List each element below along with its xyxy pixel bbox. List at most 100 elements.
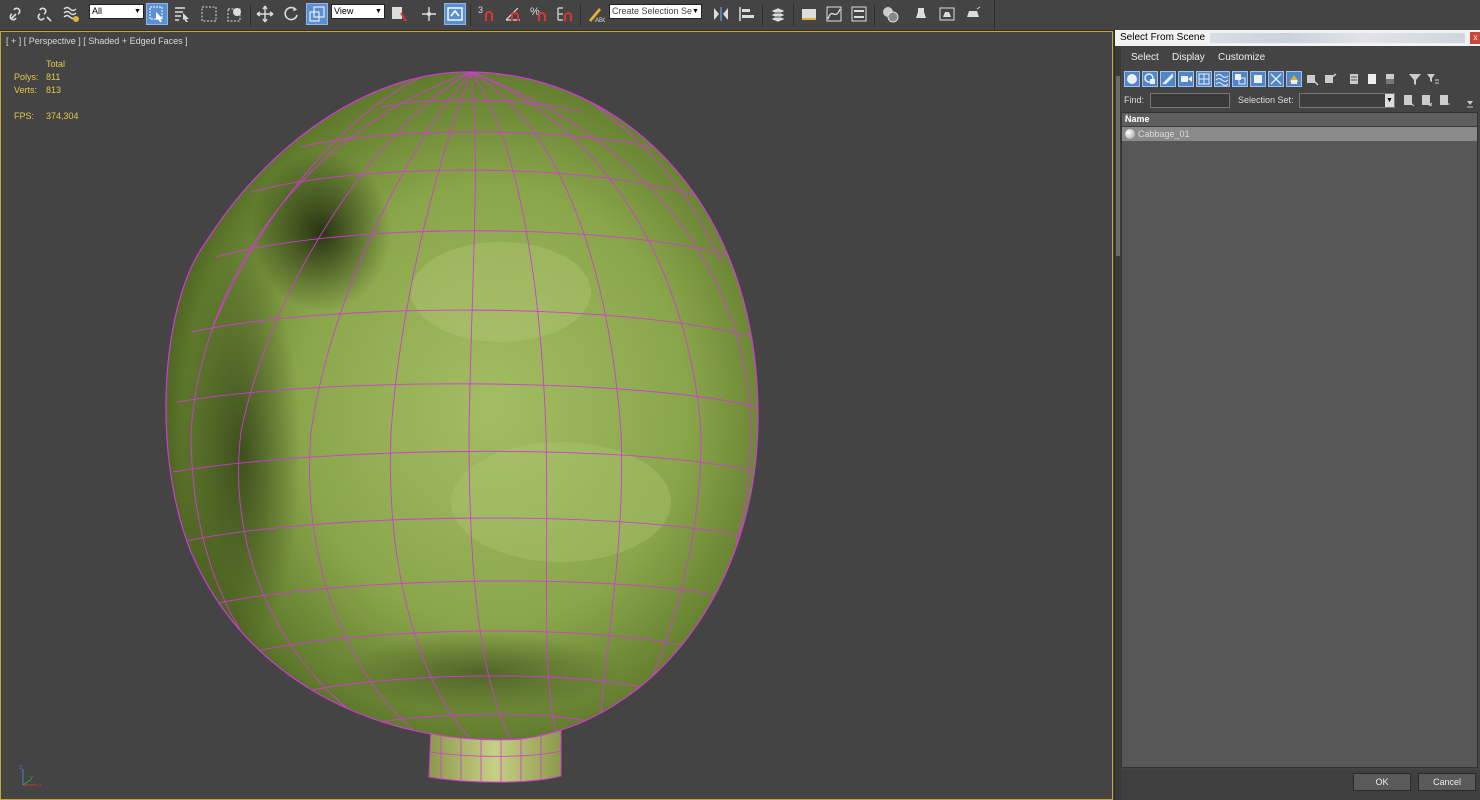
invert-selection-icon[interactable] bbox=[1382, 71, 1398, 87]
select-all-icon[interactable] bbox=[1346, 71, 1362, 87]
add-to-selection-set-icon[interactable] bbox=[1418, 92, 1434, 108]
toolbar-separator bbox=[874, 4, 875, 26]
selection-set-label: Selection Set: bbox=[1238, 95, 1294, 105]
remove-from-selection-set-icon[interactable] bbox=[1436, 92, 1452, 108]
selection-set-dropdown[interactable]: ▼ bbox=[1299, 93, 1395, 108]
toolbar-separator bbox=[250, 4, 251, 26]
geometry-sphere-icon bbox=[1125, 129, 1135, 139]
dialog-strip-handle[interactable] bbox=[1116, 76, 1120, 256]
unlink-icon[interactable] bbox=[33, 3, 55, 25]
display-groups-icon[interactable] bbox=[1232, 71, 1248, 87]
select-by-name-icon[interactable] bbox=[171, 3, 193, 25]
svg-text:ABC: ABC bbox=[595, 18, 605, 24]
toggle-ribbon-icon[interactable] bbox=[798, 3, 820, 25]
object-name: Cabbage_01 bbox=[1138, 129, 1190, 139]
find-input[interactable] bbox=[1150, 93, 1230, 108]
chevron-down-icon: ▼ bbox=[692, 8, 699, 15]
link-icon[interactable] bbox=[6, 3, 28, 25]
axis-x-label: x bbox=[39, 783, 42, 789]
find-label: Find: bbox=[1124, 95, 1145, 105]
display-xrefs-icon[interactable] bbox=[1250, 71, 1266, 87]
snap-label: 3 bbox=[478, 5, 483, 15]
pivot-point-center-icon[interactable] bbox=[388, 3, 410, 25]
select-and-manipulate-icon[interactable] bbox=[418, 3, 440, 25]
reference-coordinate-value: View bbox=[334, 6, 354, 16]
chevron-down-icon: ▼ bbox=[1385, 94, 1394, 107]
chevron-down-icon: ▼ bbox=[134, 8, 141, 15]
select-none-icon[interactable] bbox=[1364, 71, 1380, 87]
selection-filter-dropdown[interactable]: All ▼ bbox=[89, 4, 144, 19]
display-space-warps-icon[interactable] bbox=[1214, 71, 1230, 87]
select-from-scene-dialog: Select From Scene x Select Display Custo… bbox=[1114, 30, 1480, 800]
menu-display[interactable]: Display bbox=[1172, 52, 1205, 63]
list-header[interactable]: Name / bbox=[1122, 113, 1477, 127]
display-bones-icon[interactable] bbox=[1268, 71, 1284, 87]
selection-filter-value: All bbox=[92, 6, 103, 16]
rendered-frame-window-icon[interactable] bbox=[936, 3, 958, 25]
axis-z-label: z bbox=[19, 765, 22, 771]
dialog-button-bar: OK Cancel bbox=[1121, 770, 1480, 800]
align-icon[interactable] bbox=[736, 3, 758, 25]
display-hidden-icon[interactable] bbox=[1322, 71, 1338, 87]
display-containers-icon[interactable] bbox=[1286, 71, 1302, 87]
display-cameras-icon[interactable] bbox=[1178, 71, 1194, 87]
menu-customize[interactable]: Customize bbox=[1218, 52, 1265, 63]
curve-editor-icon[interactable] bbox=[823, 3, 845, 25]
render-production-icon[interactable] bbox=[962, 3, 984, 25]
axis-y-label: y bbox=[30, 775, 33, 781]
spinner-snap-icon[interactable] bbox=[554, 3, 576, 25]
dialog-title: Select From Scene bbox=[1120, 32, 1206, 43]
select-and-scale-icon[interactable] bbox=[306, 3, 328, 25]
display-geometry-icon[interactable] bbox=[1124, 71, 1140, 87]
toolbar-separator bbox=[470, 4, 471, 26]
mirror-icon[interactable] bbox=[710, 3, 732, 25]
main-toolbar: All ▼ View ▼ 3 % AB Create Selection Se … bbox=[0, 0, 995, 31]
axis-tripod-icon: z x y bbox=[19, 765, 42, 789]
select-and-rotate-icon[interactable] bbox=[280, 3, 302, 25]
edit-named-selection-icon[interactable]: ABC bbox=[584, 3, 606, 25]
dialog-menubar: Select Display Customize bbox=[1121, 50, 1480, 68]
toolbar-separator bbox=[762, 4, 763, 26]
sort-icon[interactable]: / bbox=[1125, 113, 1474, 123]
select-object-icon[interactable] bbox=[146, 3, 168, 25]
cancel-button[interactable]: Cancel bbox=[1418, 773, 1476, 791]
snaps-toggle-icon[interactable]: 3 bbox=[476, 3, 498, 25]
dialog-titlebar[interactable]: Select From Scene x bbox=[1115, 30, 1480, 46]
ok-button[interactable]: OK bbox=[1353, 773, 1411, 791]
menu-select[interactable]: Select bbox=[1131, 52, 1159, 63]
overflow-menu-icon[interactable] bbox=[1462, 94, 1478, 110]
named-selection-placeholder: Create Selection Se bbox=[612, 6, 693, 16]
create-selection-set-icon[interactable] bbox=[1400, 92, 1416, 108]
display-helpers-icon[interactable] bbox=[1196, 71, 1212, 87]
select-and-move-icon[interactable] bbox=[254, 3, 276, 25]
display-frozen-icon[interactable] bbox=[1304, 71, 1320, 87]
filter-icon[interactable] bbox=[1407, 71, 1423, 87]
render-setup-icon[interactable] bbox=[910, 3, 932, 25]
hierarchy-filter-icon[interactable] bbox=[1425, 71, 1441, 87]
chevron-down-icon: ▼ bbox=[375, 8, 382, 15]
keyboard-shortcut-override-icon[interactable] bbox=[444, 3, 466, 25]
perspective-viewport[interactable]: [ + ] [ Perspective ] [ Shaded + Edged F… bbox=[0, 31, 1113, 800]
rectangular-selection-icon[interactable] bbox=[198, 3, 220, 25]
list-item[interactable]: Cabbage_01 bbox=[1122, 127, 1477, 141]
scene-object-list[interactable]: Name / Cabbage_01 bbox=[1121, 112, 1478, 768]
angle-snap-icon[interactable] bbox=[502, 3, 524, 25]
cabbage-mesh[interactable] bbox=[1, 32, 1112, 799]
titlebar-blur bbox=[1210, 33, 1465, 43]
close-icon[interactable]: x bbox=[1470, 32, 1480, 44]
dialog-toolbar bbox=[1121, 70, 1480, 90]
bind-space-warp-icon[interactable] bbox=[60, 3, 82, 25]
window-crossing-icon[interactable] bbox=[224, 3, 246, 25]
display-lights-icon[interactable] bbox=[1160, 71, 1176, 87]
schematic-view-icon[interactable] bbox=[848, 3, 870, 25]
reference-coordinate-dropdown[interactable]: View ▼ bbox=[331, 4, 385, 19]
material-editor-icon[interactable] bbox=[879, 3, 901, 25]
toolbar-separator bbox=[580, 4, 581, 26]
display-shapes-icon[interactable] bbox=[1142, 71, 1158, 87]
named-selection-dropdown[interactable]: Create Selection Se ▼ bbox=[609, 4, 702, 19]
find-row: Find: Selection Set: ▼ bbox=[1121, 92, 1480, 110]
percent-snap-icon[interactable]: % bbox=[528, 3, 550, 25]
toolbar-separator bbox=[793, 4, 794, 26]
layer-manager-icon[interactable] bbox=[767, 3, 789, 25]
toolbar-empty-area bbox=[995, 0, 1480, 31]
